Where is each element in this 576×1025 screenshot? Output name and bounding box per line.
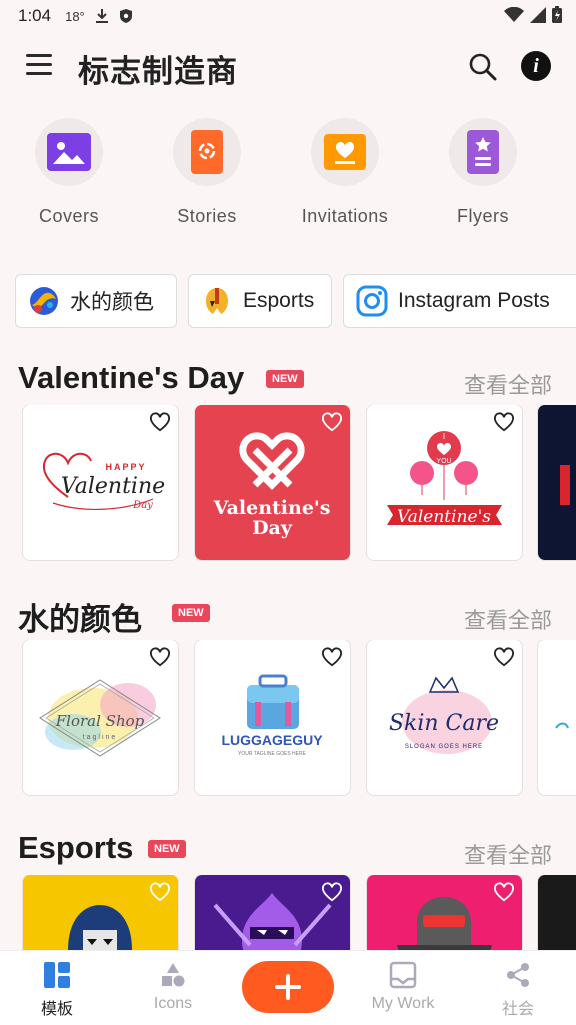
section-title: Valentine's Day (18, 360, 245, 395)
chip-watercolor[interactable]: 水的颜色 (15, 274, 177, 328)
section-title: 水的颜色 (18, 602, 142, 637)
share-icon (507, 963, 529, 987)
wifi-icon (504, 6, 524, 28)
new-badge: NEW (266, 370, 304, 388)
helmet-icon (206, 288, 228, 314)
my-work-icon (389, 961, 417, 989)
category-label: Flyers (457, 206, 509, 226)
battery-icon (552, 6, 562, 28)
card-text-i: I (443, 432, 445, 441)
template-card-partial[interactable] (538, 405, 576, 560)
invitation-icon (324, 134, 366, 170)
new-badge: NEW (148, 840, 186, 858)
create-new-button[interactable] (242, 961, 334, 1013)
info-icon[interactable]: i (521, 51, 551, 81)
category-label: Covers (38, 206, 99, 226)
chip-instagram-posts[interactable]: Instagram Posts (343, 274, 576, 328)
template-row-esports (0, 875, 576, 951)
card-text-slogan: SLOGAN GOES HERE (405, 744, 483, 750)
favorite-icon[interactable] (493, 412, 515, 432)
shield-status-icon (119, 8, 133, 24)
card-text-tagline: YOUR TAGLINE GOES HERE (238, 751, 307, 757)
category-covers[interactable]: Covers (14, 118, 124, 227)
see-all-link[interactable]: 查看全部 (464, 603, 552, 635)
card-text-valentines: Valentine's (213, 497, 331, 519)
template-card[interactable]: HAPPY Valentine Day (23, 405, 178, 560)
category-flyers[interactable]: Flyers (428, 118, 538, 227)
favorite-icon[interactable] (321, 882, 343, 902)
status-bar: 1:04 18° (0, 0, 576, 32)
card-text-you: YOU (436, 458, 451, 465)
tag-chip-row: 水的颜色 Esports Instagram Posts (15, 274, 576, 330)
template-card[interactable] (367, 875, 522, 951)
chip-label: 水的颜色 (70, 291, 154, 314)
stories-icon (191, 130, 223, 174)
nav-label: 社会 (501, 1001, 534, 1018)
search-icon[interactable] (468, 52, 498, 82)
nav-my-work[interactable]: My Work (348, 961, 458, 1013)
category-label: Invitations (301, 206, 389, 226)
template-card[interactable]: LUGGAGEGUY YOUR TAGLINE GOES HERE (195, 640, 350, 795)
category-stories[interactable]: Stories (152, 118, 262, 227)
card-text-skin-care: Skin Care (389, 711, 499, 736)
see-all-link[interactable]: 查看全部 (464, 368, 552, 400)
template-card[interactable] (23, 875, 178, 951)
nav-label: Icons (153, 995, 193, 1012)
template-row-valentines: HAPPY Valentine Day Valentine's Day I YO… (0, 405, 576, 561)
chip-label: Instagram Posts (398, 289, 550, 312)
favorite-icon[interactable] (321, 647, 343, 667)
see-all-link[interactable]: 查看全部 (464, 838, 552, 870)
card-text-luggageguy: LUGGAGEGUY (221, 732, 323, 748)
template-card[interactable]: Skin Care SLOGAN GOES HERE (367, 640, 522, 795)
favorite-icon[interactable] (149, 647, 171, 667)
template-row-watercolor: Floral Shop tagline LUGGAGEGUY YOUR TAGL… (0, 640, 576, 796)
status-temperature: 18° (65, 8, 85, 24)
app-bar: 标志制造商 i (0, 34, 576, 98)
card-text-floral-shop: Floral Shop (55, 712, 145, 730)
card-text-valentines: Valentine's (397, 507, 491, 527)
palette-icon (30, 287, 58, 315)
image-icon (47, 133, 91, 171)
template-card[interactable]: I YOU Valentine's (367, 405, 522, 560)
section-title: Esports (18, 830, 134, 865)
signal-icon (530, 6, 546, 28)
card-text-tagline: tagline (83, 734, 118, 741)
template-card[interactable]: Valentine's Day (195, 405, 350, 560)
new-badge: NEW (172, 604, 210, 622)
category-label: Stories (177, 206, 237, 226)
nav-social[interactable]: 社会 (463, 961, 573, 1019)
favorite-icon[interactable] (149, 412, 171, 432)
card-text-day: Day (252, 517, 293, 539)
download-icon (95, 8, 109, 24)
chip-esports[interactable]: Esports (188, 274, 332, 328)
flyer-icon (467, 130, 499, 174)
card-text-happy: HAPPY (105, 462, 146, 472)
favorite-icon[interactable] (493, 882, 515, 902)
chip-label: Esports (243, 289, 315, 312)
favorite-icon[interactable] (493, 647, 515, 667)
status-time: 1:04 (18, 6, 52, 25)
favorite-icon[interactable] (149, 882, 171, 902)
shapes-icon (162, 963, 185, 987)
nav-icons[interactable]: Icons (118, 961, 228, 1013)
page-title: 标志制造商 (78, 54, 238, 89)
nav-label: My Work (371, 995, 435, 1012)
plus-icon (275, 974, 301, 1000)
template-card[interactable] (195, 875, 350, 951)
nav-templates[interactable]: 模板 (2, 961, 112, 1019)
category-invitations[interactable]: Invitations (290, 118, 400, 227)
template-card-partial[interactable] (538, 640, 576, 795)
templates-icon (44, 962, 70, 988)
instagram-icon (356, 285, 388, 317)
card-text-valentine: Valentine (61, 474, 165, 499)
menu-icon[interactable] (26, 54, 52, 78)
card-text-day: Day (132, 500, 153, 511)
template-card-partial[interactable] (538, 875, 576, 951)
template-card[interactable]: Floral Shop tagline (23, 640, 178, 795)
bottom-navigation: 模板 Icons My Work 社会 (0, 950, 576, 1025)
favorite-icon[interactable] (321, 412, 343, 432)
nav-label: 模板 (40, 1001, 73, 1018)
